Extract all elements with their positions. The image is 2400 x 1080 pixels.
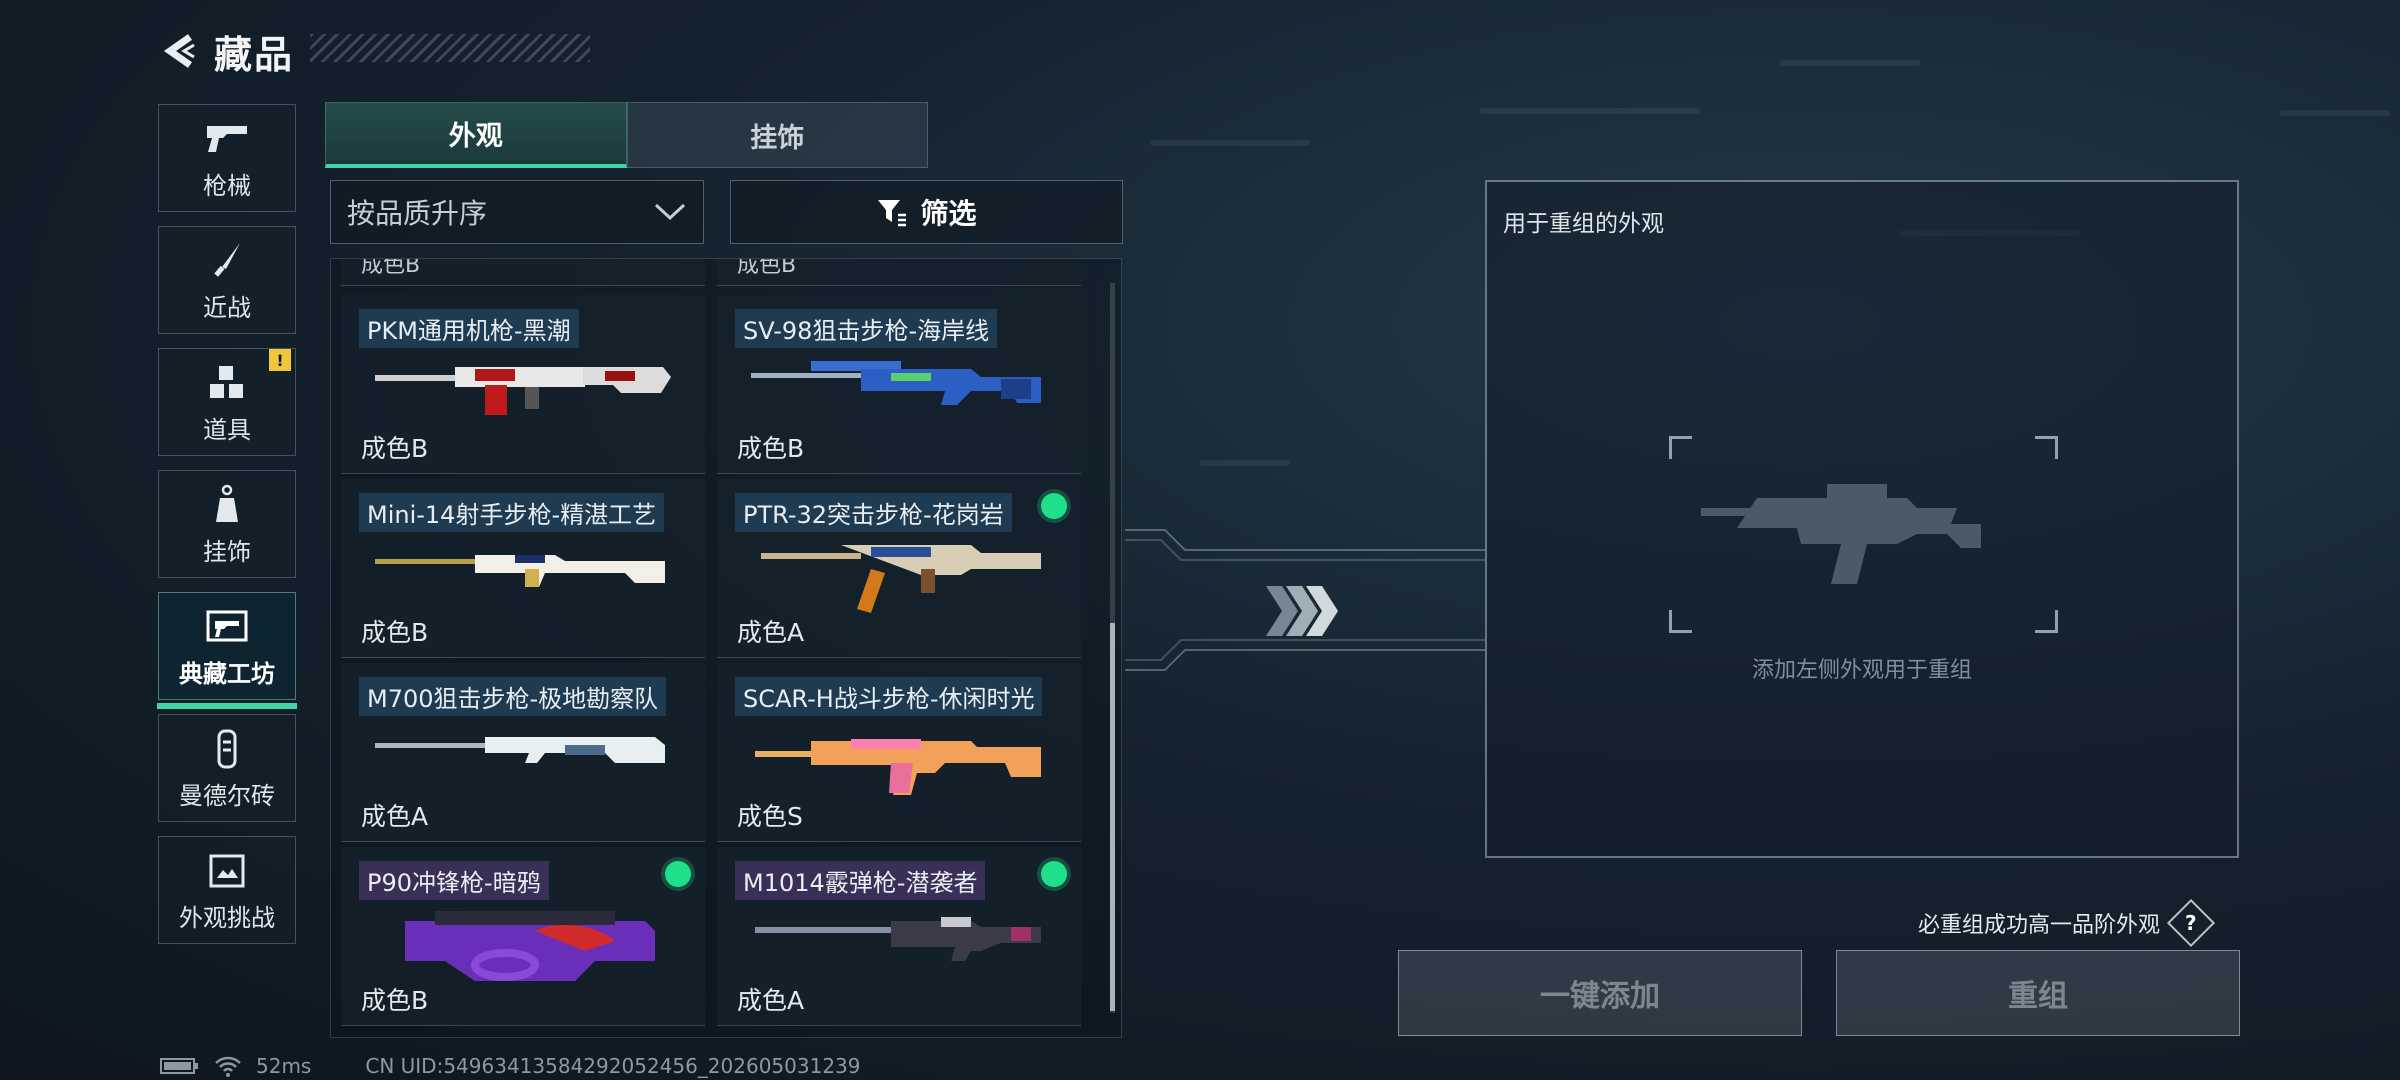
add-all-label: 一键添加 — [1540, 979, 1660, 1014]
uid-text: CN UID:5496341358429205245​6_20260503123… — [365, 1054, 861, 1078]
tab-bar: 外观 挂饰 — [325, 102, 928, 168]
skin-card[interactable]: PTR-32突击步枪-花岗岩 成色A — [717, 479, 1081, 658]
grade-label: 成色B — [737, 434, 805, 463]
help-button[interactable]: ? — [2166, 898, 2216, 948]
page-title: 藏品 — [214, 32, 295, 77]
back-arrow-icon — [163, 34, 195, 68]
panel-title: 用于重组的外观 — [1503, 211, 1664, 237]
sidebar-item-label: 枪械 — [203, 171, 251, 200]
title-decoration — [310, 34, 590, 62]
page-header: 藏品 — [158, 26, 295, 77]
sidebar-item-label: 典藏工坊 — [179, 659, 275, 688]
gun-icon — [203, 116, 251, 162]
mini14-rifle-image — [375, 555, 665, 587]
rifle-placeholder-icon — [1701, 484, 1981, 584]
sidebar-item-workshop[interactable]: 典藏工坊 — [157, 592, 297, 709]
back-button[interactable] — [158, 29, 202, 73]
filter-button[interactable]: 筛选 — [730, 180, 1123, 244]
skin-card[interactable]: M1014霰弹枪-潜袭者 成色A — [717, 847, 1081, 1026]
battery-icon — [160, 1058, 198, 1074]
wifi-icon — [215, 1056, 241, 1077]
skin-name: M1014霰弹枪-潜袭者 — [735, 861, 986, 900]
owned-indicator — [665, 861, 691, 887]
note-text: 必重组成功高一品阶外观 — [1918, 913, 2161, 938]
grade-label: 成色B — [361, 618, 429, 647]
skin-card[interactable]: PKM通用机枪-黑潮 成色B — [341, 295, 705, 474]
brick-icon — [203, 726, 251, 772]
grade-label: 成色B — [361, 258, 421, 278]
grade-label: 成色B — [361, 434, 429, 463]
pkm-machine-gun-image — [375, 367, 671, 415]
sidebar-item-label: 近战 — [203, 293, 251, 322]
scrollbar-thumb[interactable] — [1110, 623, 1115, 1011]
skin-card[interactable]: Mini-14射手步枪-精湛工艺 成色B — [341, 479, 705, 658]
add-all-button[interactable]: 一键添加 — [1398, 950, 1802, 1036]
owned-indicator — [1041, 493, 1067, 519]
status-bar: 52ms CN UID:5496341358429205245​6_202605… — [160, 1054, 861, 1078]
grade-label: 成色S — [737, 802, 803, 831]
tab-appearance[interactable]: 外观 — [325, 102, 627, 168]
tab-charms[interactable]: 挂饰 — [626, 102, 928, 168]
recombine-label: 重组 — [2008, 979, 2068, 1014]
p90-smg-image — [405, 911, 655, 981]
owned-indicator — [1041, 861, 1067, 887]
chevron-down-icon — [654, 203, 686, 221]
skin-card[interactable]: SCAR-H战斗步枪-休闲时光 成色S — [717, 663, 1081, 842]
grade-label: 成色B — [737, 258, 797, 278]
ptr32-assault-rifle-image — [761, 545, 1041, 613]
filter-icon — [878, 200, 907, 227]
frame-corner — [2035, 436, 2058, 459]
ping-text: 52ms — [256, 1054, 312, 1078]
filter-label: 筛选 — [920, 197, 977, 230]
skin-name: SCAR-H战斗步枪-休闲时光 — [735, 677, 1043, 716]
list-item-partial: 成色B — [717, 259, 1081, 286]
grade-label: 成色B — [361, 986, 429, 1015]
sort-label: 按品质升序 — [347, 197, 488, 230]
list-item-partial: 成色B — [341, 259, 705, 286]
skin-name: PTR-32突击步枪-花岗岩 — [735, 493, 1012, 532]
frame-corner — [1669, 436, 1692, 459]
sidebar-item-label: 外观挑战 — [179, 903, 275, 932]
sidebar-item-skin-challenge[interactable]: 外观挑战 — [158, 836, 296, 944]
frame-corner — [2035, 610, 2058, 633]
m1014-shotgun-image — [755, 917, 1041, 961]
sv98-sniper-rifle-image — [751, 361, 1041, 405]
sidebar-item-label: 道具 — [203, 415, 251, 444]
sidebar-item-melee[interactable]: 近战 — [158, 226, 296, 334]
warning-badge: ! — [269, 349, 291, 371]
frame-corner — [1669, 610, 1692, 633]
skin-list[interactable]: 成色B 成色B PKM通用机枪-黑潮 成色B SV-98狙击步枪-海岸线 成色B… — [330, 258, 1122, 1038]
grade-label: 成色A — [361, 802, 429, 831]
sidebar-item-mandel-brick[interactable]: 曼德尔砖 — [158, 714, 296, 822]
sort-dropdown[interactable]: 按品质升序 — [330, 180, 704, 244]
skin-name: SV-98狙击步枪-海岸线 — [735, 309, 998, 348]
sidebar-item-items[interactable]: ! 道具 — [158, 348, 296, 456]
grade-label: 成色A — [737, 618, 805, 647]
skin-name: PKM通用机枪-黑潮 — [359, 309, 579, 348]
recombine-button[interactable]: 重组 — [1836, 950, 2240, 1036]
skin-card[interactable]: SV-98狙击步枪-海岸线 成色B — [717, 295, 1081, 474]
skin-name: M700狙击步枪-极地勘察队 — [359, 677, 667, 716]
recombine-panel[interactable]: 用于重组的外观 添加左侧外观用于重组 — [1485, 180, 2239, 858]
forward-chevrons-icon — [1266, 586, 1338, 636]
help-icon: ? — [2185, 910, 2197, 935]
grade-label: 成色A — [737, 986, 805, 1015]
challenge-icon — [203, 848, 251, 894]
sidebar-item-label: 曼德尔砖 — [179, 781, 275, 810]
sidebar-item-charms[interactable]: 挂饰 — [158, 470, 296, 578]
panel-hint: 添加左侧外观用于重组 — [1751, 658, 1972, 683]
cubes-icon — [203, 360, 251, 406]
guarantee-note: 必重组成功高一品阶外观 ? — [1918, 898, 2216, 948]
skin-card[interactable]: M700狙击步枪-极地勘察队 成色A — [341, 663, 705, 842]
skin-name: P90冲锋枪-暗鸦 — [359, 861, 549, 900]
skin-name: Mini-14射手步枪-精湛工艺 — [359, 493, 665, 532]
charm-icon — [203, 482, 251, 528]
m700-sniper-rifle-image — [375, 737, 665, 763]
knife-icon — [203, 238, 251, 284]
workshop-icon — [203, 604, 251, 650]
sidebar-item-label: 挂饰 — [203, 537, 251, 566]
sidebar-item-guns[interactable]: 枪械 — [158, 104, 296, 212]
skin-card[interactable]: P90冲锋枪-暗鸦 成色B — [341, 847, 705, 1026]
